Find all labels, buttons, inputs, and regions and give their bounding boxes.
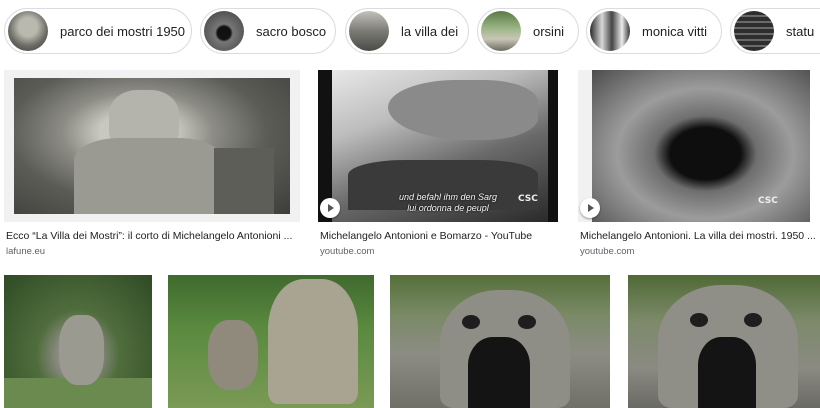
statue-thumbnail-icon [349, 11, 389, 51]
statue-thumbnail-icon [8, 11, 48, 51]
video-watermark: CSC [758, 196, 778, 206]
subtitle-line: lui ordonna de peupl [407, 203, 489, 213]
chip-orsini[interactable]: orsini [477, 8, 579, 54]
result-image-neptune-statue[interactable] [4, 70, 300, 222]
result-image-ogre-mouth-video[interactable]: CSC [578, 70, 810, 222]
video-watermark: CSC [518, 194, 538, 204]
result-image-ogre-mouth-2[interactable] [628, 275, 820, 408]
chip-label: la villa dei [401, 23, 459, 39]
video-subtitle: und befahl ihm den Sarg lui ordonna de p… [368, 192, 528, 214]
chip-label: sacro bosco [256, 23, 327, 39]
chip-label: monica vitti [642, 23, 708, 39]
chip-statu[interactable]: statu [730, 8, 820, 54]
result-image-dragon-statue-video[interactable]: und befahl ihm den Sarg lui ordonna de p… [318, 70, 558, 222]
chip-monica-vitti[interactable]: monica vitti [586, 8, 722, 54]
result-caption[interactable]: Ecco “La Villa dei Mostri”: il corto di … [6, 230, 300, 242]
people-thumbnail-icon [590, 11, 630, 51]
stairs-thumbnail-icon [734, 11, 774, 51]
result-source[interactable]: lafune.eu [6, 246, 45, 257]
result-source[interactable]: youtube.com [580, 246, 634, 257]
chip-label: statu [786, 23, 815, 39]
play-icon[interactable] [580, 198, 600, 218]
subtitle-line: und befahl ihm den Sarg [398, 192, 498, 202]
chip-la-villa-dei[interactable]: la villa dei [345, 8, 469, 54]
result-caption[interactable]: Michelangelo Antonioni. La villa dei mos… [580, 230, 820, 242]
chip-parco-dei-mostri-1950[interactable]: parco dei mostri 1950 [4, 8, 192, 54]
result-image-elephant-statue[interactable] [168, 275, 374, 408]
related-searches-chips: parco dei mostri 1950 sacro bosco la vil… [0, 8, 820, 56]
result-source[interactable]: youtube.com [320, 246, 374, 257]
result-caption[interactable]: Michelangelo Antonioni e Bomarzo - YouTu… [320, 230, 560, 242]
chip-label: parco dei mostri 1950 [60, 23, 186, 39]
chip-label: orsini [533, 23, 565, 39]
garden-thumbnail-icon [481, 11, 521, 51]
monster-mouth-thumbnail-icon [204, 11, 244, 51]
result-image-statue-in-garden[interactable] [4, 275, 152, 408]
chip-sacro-bosco[interactable]: sacro bosco [200, 8, 336, 54]
result-image-ogre-mouth[interactable] [390, 275, 610, 408]
play-icon[interactable] [320, 198, 340, 218]
